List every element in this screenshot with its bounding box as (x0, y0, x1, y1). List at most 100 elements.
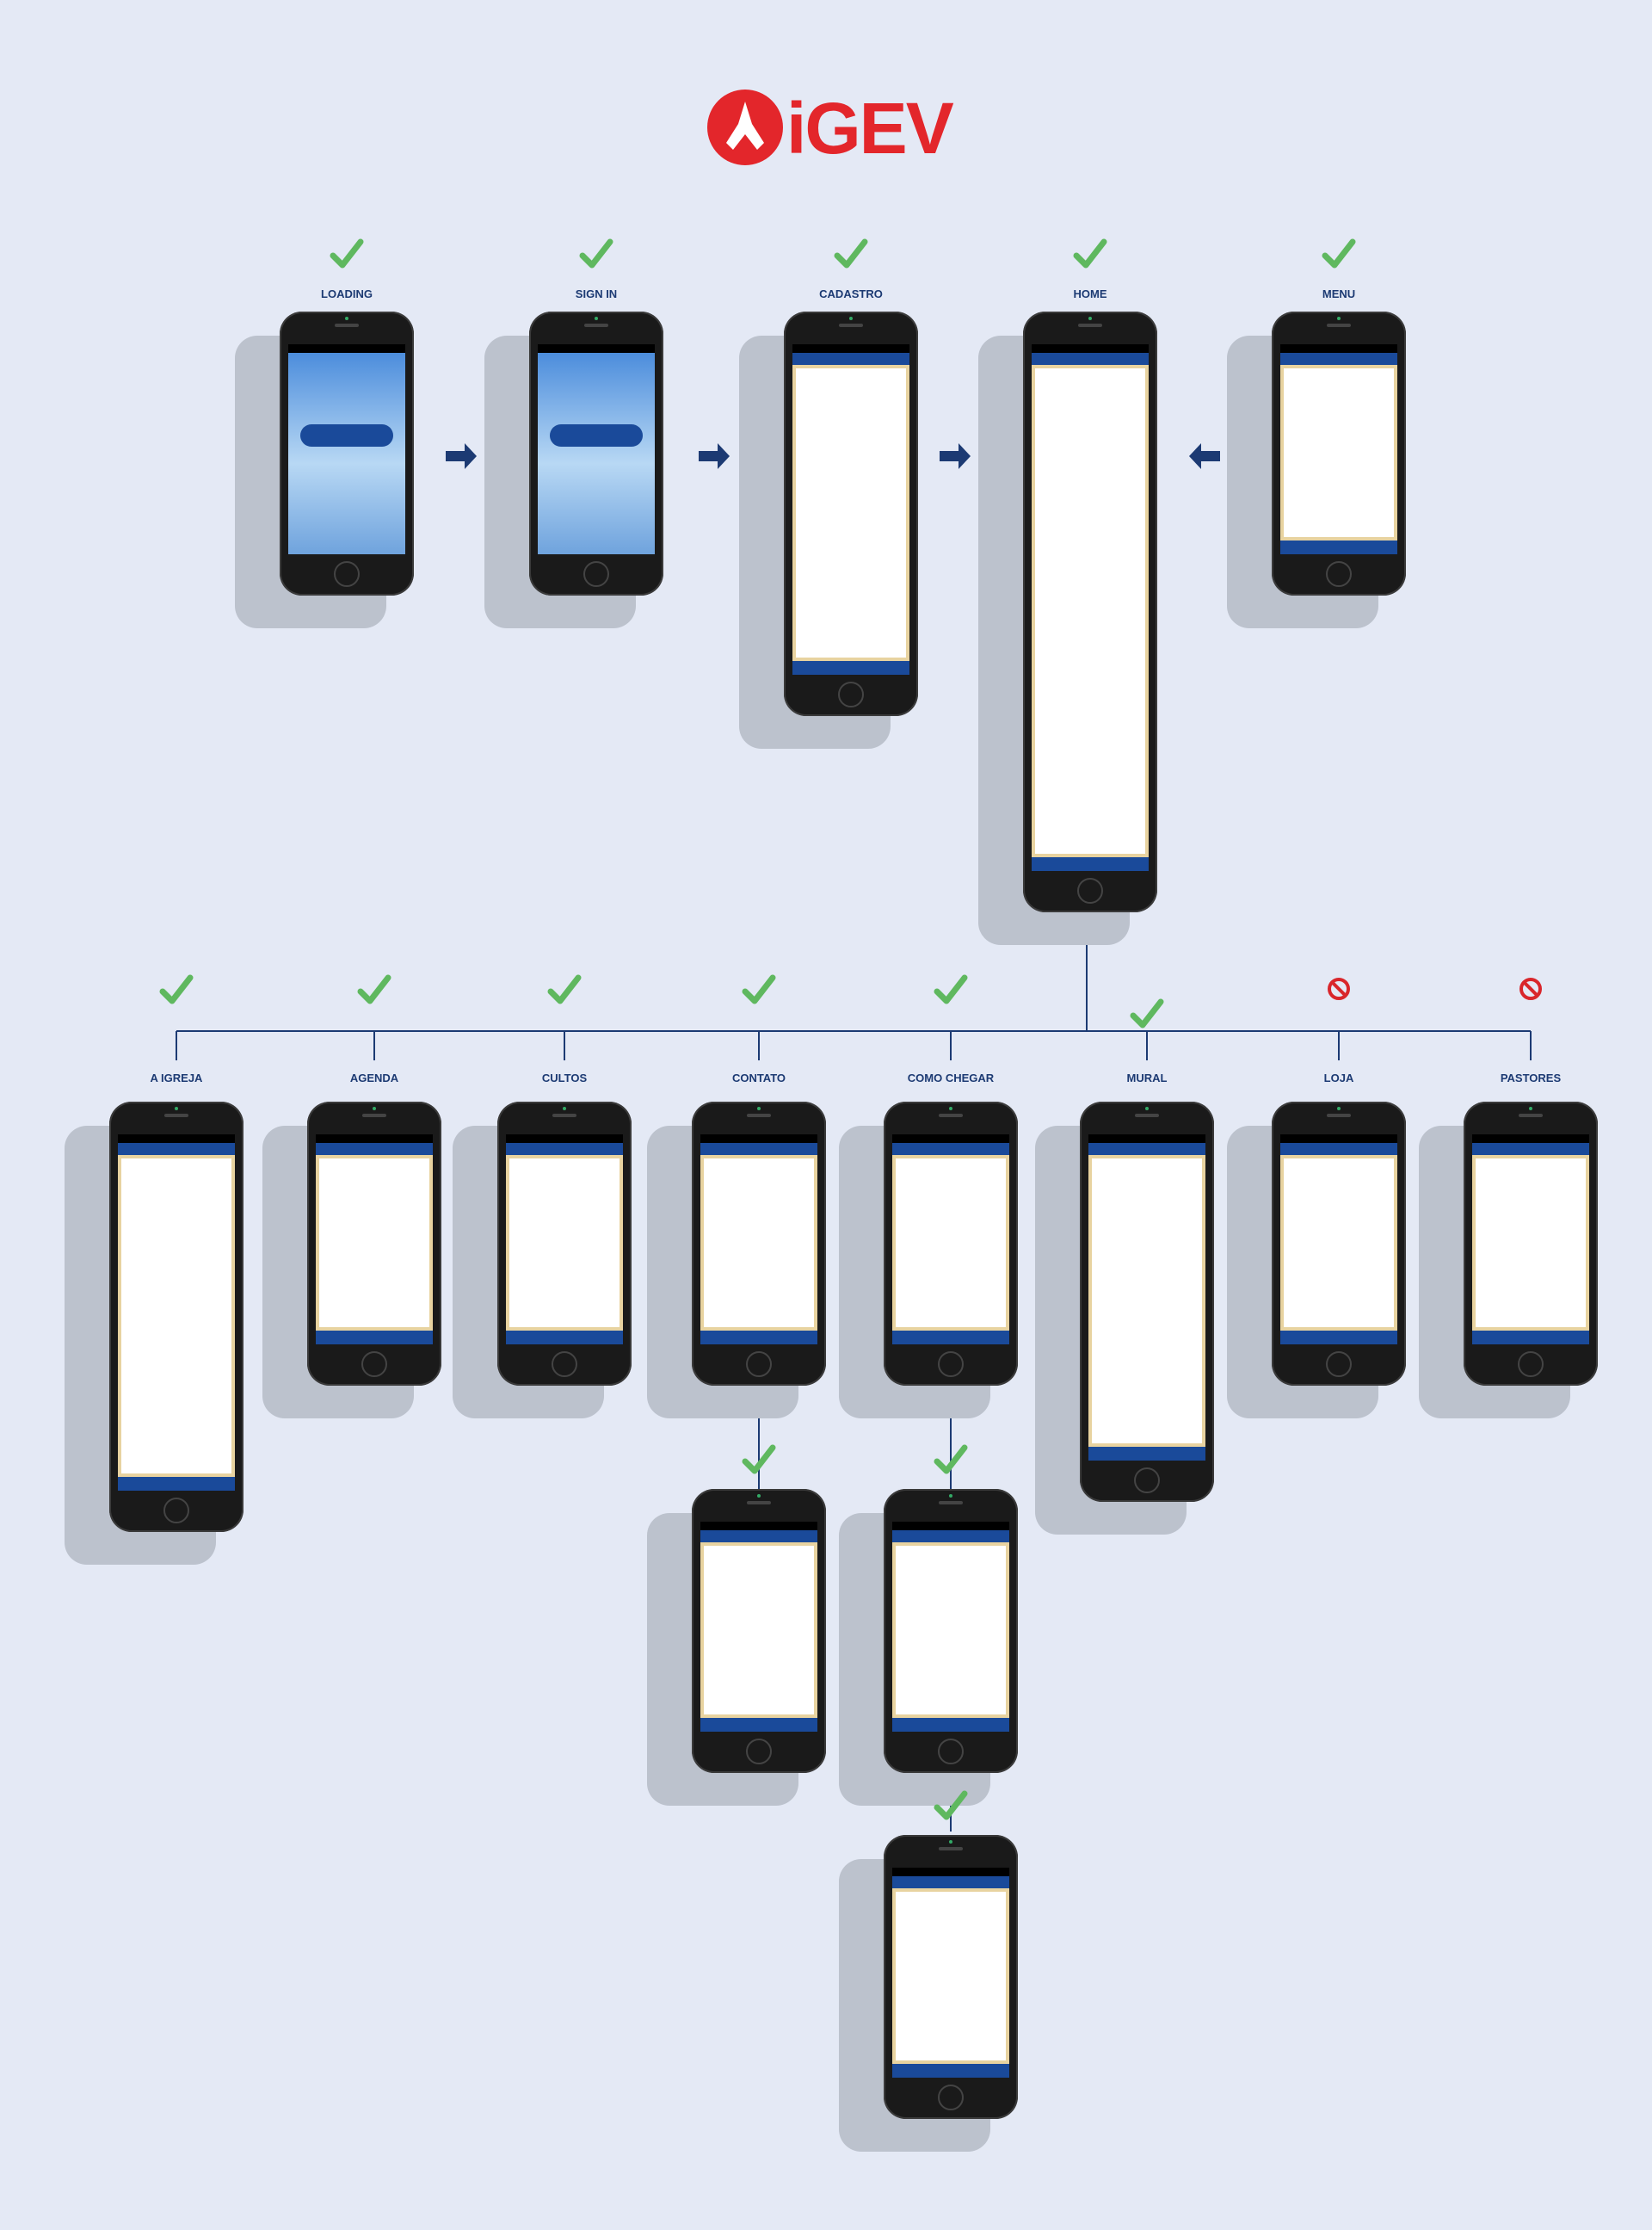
phone-screen (1280, 1134, 1397, 1344)
node-label: SIGN IN (575, 287, 618, 300)
home-button[interactable] (163, 1498, 189, 1523)
tab-bar[interactable] (1032, 857, 1149, 871)
home-button[interactable] (746, 1351, 772, 1377)
screen-title-bar (1032, 353, 1149, 365)
node-label: LOJA (1323, 1072, 1354, 1084)
status-bar (792, 344, 909, 353)
phone-mockup[interactable] (784, 312, 918, 716)
phone-mockup[interactable] (692, 1102, 826, 1386)
camera-dot (949, 1494, 952, 1498)
screen-title-bar (792, 353, 909, 365)
speaker-slot (747, 1501, 771, 1504)
tab-bar[interactable] (1280, 1331, 1397, 1344)
speaker-slot (939, 1501, 963, 1504)
phone-mockup[interactable] (884, 1835, 1018, 2119)
tab-bar[interactable] (892, 2064, 1009, 2078)
home-button[interactable] (1134, 1467, 1160, 1493)
speaker-slot (164, 1114, 188, 1117)
content-frame (316, 1155, 433, 1331)
node-label: PASTORES (1500, 1072, 1562, 1084)
check-icon (934, 1442, 968, 1477)
home-button[interactable] (361, 1351, 387, 1377)
speaker-slot (584, 324, 608, 327)
home-button[interactable] (1326, 561, 1352, 587)
phone-mockup[interactable] (884, 1489, 1018, 1773)
home-button[interactable] (552, 1351, 577, 1377)
casa-firme-logo (549, 423, 644, 447)
check-icon (742, 973, 776, 1007)
phone-mockup[interactable] (692, 1489, 826, 1773)
content-frame (506, 1155, 623, 1331)
tab-bar[interactable] (892, 1718, 1009, 1732)
speaker-slot (747, 1114, 771, 1117)
home-button[interactable] (334, 561, 360, 587)
camera-dot (757, 1494, 761, 1498)
arrow-loading-signin (446, 443, 477, 469)
home-button[interactable] (838, 682, 864, 707)
check-icon (330, 237, 364, 271)
phone-mockup[interactable] (280, 312, 414, 596)
content-frame (892, 1888, 1009, 2064)
status-bar (1032, 344, 1149, 353)
phone-mockup[interactable] (529, 312, 663, 596)
phone-mockup[interactable] (307, 1102, 441, 1386)
tab-bar[interactable] (1088, 1447, 1205, 1461)
home-button[interactable] (1518, 1351, 1544, 1377)
status-bar (700, 1134, 817, 1143)
tab-bar[interactable] (506, 1331, 623, 1344)
speaker-slot (1519, 1114, 1543, 1117)
home-button[interactable] (746, 1739, 772, 1764)
phone-mockup[interactable] (1272, 312, 1406, 596)
home-button[interactable] (1077, 878, 1103, 904)
check-icon (1073, 237, 1107, 271)
home-button[interactable] (1326, 1351, 1352, 1377)
status-bar (1088, 1134, 1205, 1143)
phone-screen (118, 1134, 235, 1491)
blocked-icon (1518, 976, 1544, 1002)
home-button[interactable] (938, 1351, 964, 1377)
phone-screen (316, 1134, 433, 1344)
tab-bar[interactable] (1280, 541, 1397, 554)
check-icon (547, 973, 582, 1007)
screen-title-bar (892, 1530, 1009, 1542)
camera-dot (175, 1107, 178, 1110)
home-button[interactable] (583, 561, 609, 587)
speaker-slot (335, 324, 359, 327)
tab-bar[interactable] (700, 1331, 817, 1344)
arrow-cadastro-home (940, 443, 971, 469)
content-frame (118, 1155, 235, 1477)
tab-bar[interactable] (118, 1477, 235, 1491)
speaker-slot (839, 324, 863, 327)
content-frame (892, 1155, 1009, 1331)
speaker-slot (1327, 1114, 1351, 1117)
speaker-slot (1078, 324, 1102, 327)
content-frame (700, 1155, 817, 1331)
phone-mockup[interactable] (1464, 1102, 1598, 1386)
phone-mockup[interactable] (1080, 1102, 1214, 1502)
status-bar (1472, 1134, 1589, 1143)
camera-dot (595, 317, 598, 320)
tab-bar[interactable] (700, 1718, 817, 1732)
phone-mockup[interactable] (1272, 1102, 1406, 1386)
arrow-menu-home (1189, 443, 1220, 469)
check-icon (934, 973, 968, 1007)
status-bar (892, 1134, 1009, 1143)
camera-dot (757, 1107, 761, 1110)
phone-mockup[interactable] (497, 1102, 632, 1386)
tab-bar[interactable] (316, 1331, 433, 1344)
home-button[interactable] (938, 2085, 964, 2110)
home-button[interactable] (938, 1739, 964, 1764)
tab-bar[interactable] (892, 1331, 1009, 1344)
phone-screen (892, 1134, 1009, 1344)
content-frame (1088, 1155, 1205, 1447)
check-icon (1322, 237, 1356, 271)
phone-mockup[interactable] (884, 1102, 1018, 1386)
tab-bar[interactable] (792, 661, 909, 675)
screen-title-bar (316, 1143, 433, 1155)
status-bar (1280, 344, 1397, 353)
phone-mockup[interactable] (109, 1102, 243, 1532)
tab-bar[interactable] (1472, 1331, 1589, 1344)
check-icon (742, 1442, 776, 1477)
phone-mockup[interactable] (1023, 312, 1157, 912)
screen-title-bar (700, 1143, 817, 1155)
